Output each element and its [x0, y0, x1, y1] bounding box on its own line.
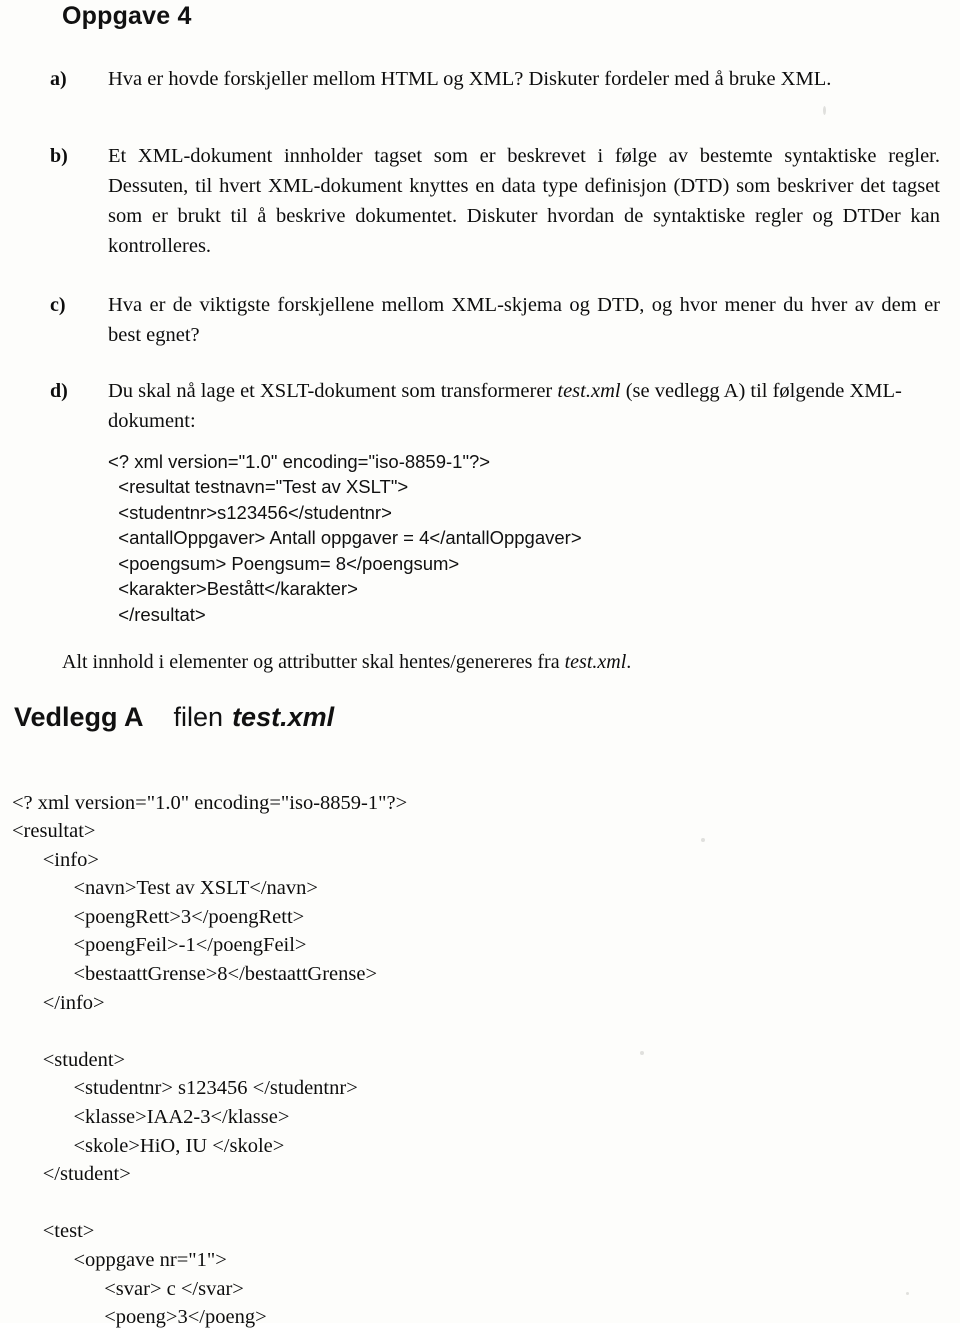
- note-filename: test.xml: [564, 651, 627, 673]
- task-text-a: Hva er hovde forskjeller mellom HTML og …: [108, 68, 832, 90]
- appendix-xml-listing: <? xml version="1.0" encoding="iso-8859-…: [12, 791, 408, 1329]
- scan-speck: [701, 838, 705, 842]
- task-text-c: Hva er de viktigste forskjellene mellom …: [108, 294, 940, 346]
- scan-speck: [906, 1292, 909, 1295]
- task-item-b: b) Et XML-dokument innholder tagset som …: [50, 141, 940, 261]
- task-marker-a: a): [50, 68, 67, 90]
- scan-speck: [823, 106, 826, 115]
- appendix-label: Vedlegg A: [14, 702, 144, 732]
- task-item-a: a) Hva er hovde forskjeller mellom HTML …: [50, 64, 940, 94]
- note-part2: .: [626, 651, 632, 673]
- appendix-filen-word: filen: [173, 702, 224, 732]
- task-text-d: Du skal nå lage et XSLT-dokument som tra…: [108, 376, 940, 436]
- task-text-d-filename: test.xml: [557, 380, 621, 402]
- task-marker-d: d): [50, 380, 68, 402]
- task-item-d: d) Du skal nå lage et XSLT-dokument som …: [50, 376, 940, 436]
- target-xml-listing: <? xml version="1.0" encoding="iso-8859-…: [108, 450, 582, 625]
- appendix-heading: Vedlegg A filen test.xml: [14, 702, 334, 733]
- task-marker-b: b): [50, 145, 68, 167]
- note-part1: Alt innhold i elementer og attributter s…: [62, 651, 565, 673]
- task-item-c: c) Hva er de viktigste forskjellene mell…: [50, 290, 940, 350]
- task-marker-c: c): [50, 294, 66, 316]
- scan-speck: [640, 1051, 644, 1055]
- note-line: Alt innhold i elementer og attributter s…: [62, 648, 631, 676]
- appendix-filename: test.xml: [232, 702, 335, 732]
- task-text-b: Et XML-dokument innholder tagset som er …: [108, 145, 940, 257]
- task-text-d-part1: Du skal nå lage et XSLT-dokument som tra…: [108, 380, 558, 402]
- scanned-page: Oppgave 4 a) Hva er hovde forskjeller me…: [0, 0, 960, 1328]
- page-title: Oppgave 4: [62, 2, 192, 30]
